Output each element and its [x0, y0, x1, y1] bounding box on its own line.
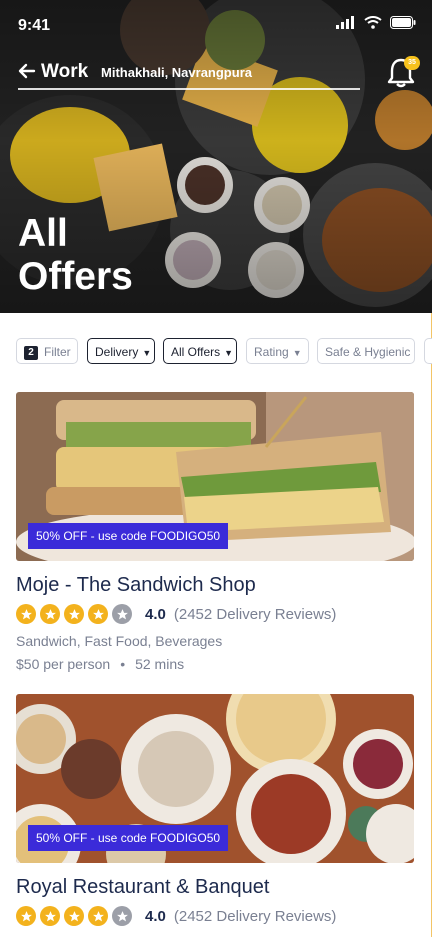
rating-row: 4.0 (2452 Delivery Reviews) — [16, 905, 336, 927]
chip-rating[interactable]: Rating ▼ — [246, 338, 309, 364]
location-title[interactable]: Work — [41, 61, 88, 83]
restaurant-card[interactable]: 50% OFF - use code FOODIGO50 Moje - The … — [16, 392, 414, 672]
chip-delivery-label: Delivery — [95, 345, 139, 359]
status-time: 9:41 — [18, 17, 51, 34]
back-arrow-icon[interactable] — [18, 62, 36, 80]
location-selector[interactable]: Work Mithakhali, Navrangpura — [18, 60, 360, 90]
hero-banner: 9:41 Work Mithakhali, Navrangpura 35 All… — [0, 0, 432, 313]
delivery-time: 52 mins — [135, 656, 185, 672]
restaurant-name[interactable]: Moje - The Sandwich Shop — [16, 574, 256, 597]
chip-all-offers[interactable]: All Offers ▼ — [163, 338, 237, 364]
filter-count-badge: 2 — [24, 346, 38, 360]
rating-value: 4.0 — [145, 907, 166, 925]
cuisine-list: Sandwich, Fast Food, Beverages — [16, 633, 223, 649]
location-subtitle[interactable]: Mithakhali, Navrangpura — [101, 65, 252, 80]
signal-icon — [336, 16, 354, 29]
status-bar: 9:41 — [0, 0, 432, 52]
restaurant-image[interactable]: 50% OFF - use code FOODIGO50 — [16, 694, 414, 863]
price-per-person: $50 per person — [16, 656, 111, 672]
restaurant-name[interactable]: Royal Restaurant & Banquet — [16, 876, 270, 899]
chip-safe-hygienic[interactable]: Safe & Hygienic — [317, 338, 415, 364]
page-title: All Offers — [18, 212, 218, 298]
star-icon — [40, 604, 60, 624]
chip-more[interactable] — [424, 338, 432, 364]
restaurant-image[interactable]: 50% OFF - use code FOODIGO50 — [16, 392, 414, 561]
star-icon — [64, 906, 84, 926]
rating-value: 4.0 — [145, 605, 166, 623]
star-empty-icon — [112, 604, 132, 624]
chevron-down-icon: ▼ — [292, 348, 302, 358]
wifi-icon — [364, 16, 382, 29]
meta-row: $50 per person • 52 mins — [16, 656, 184, 672]
star-icon — [88, 906, 108, 926]
chevron-down-icon: ▼ — [142, 348, 152, 358]
chevron-down-icon: ▼ — [224, 348, 234, 358]
star-icon — [40, 906, 60, 926]
notification-badge: 35 — [404, 56, 420, 70]
separator-dot: • — [120, 656, 126, 672]
battery-icon — [390, 16, 416, 29]
review-count: (2452 Delivery Reviews) — [173, 605, 337, 623]
filter-button[interactable]: 2 Filter — [16, 338, 78, 364]
chip-safe-hygienic-label: Safe & Hygienic — [325, 345, 411, 359]
filter-bar: 2 Filter Delivery ▼ All Offers ▼ Rating ▼ Sa… — [16, 338, 432, 366]
rating-row: 4.0 (2452 Delivery Reviews) — [16, 603, 336, 625]
chip-delivery[interactable]: Delivery ▼ — [87, 338, 155, 364]
offer-badge: 50% OFF - use code FOODIGO50 — [28, 825, 229, 851]
chip-rating-label: Rating — [254, 345, 289, 359]
offer-badge: 50% OFF - use code FOODIGO50 — [28, 523, 229, 549]
star-empty-icon — [112, 906, 132, 926]
status-icons — [336, 16, 416, 29]
notification-button[interactable]: 35 — [386, 56, 420, 90]
star-icon — [64, 604, 84, 624]
page-title-line2: Offers — [18, 255, 133, 298]
restaurant-card[interactable]: 50% OFF - use code FOODIGO50 Royal Resta… — [16, 694, 414, 937]
star-icon — [16, 604, 36, 624]
chip-all-offers-label: All Offers — [171, 345, 221, 359]
star-icon — [16, 906, 36, 926]
review-count: (2452 Delivery Reviews) — [173, 907, 337, 925]
page-title-line1: All — [18, 212, 68, 255]
filter-label: Filter — [44, 345, 71, 359]
star-icon — [88, 604, 108, 624]
